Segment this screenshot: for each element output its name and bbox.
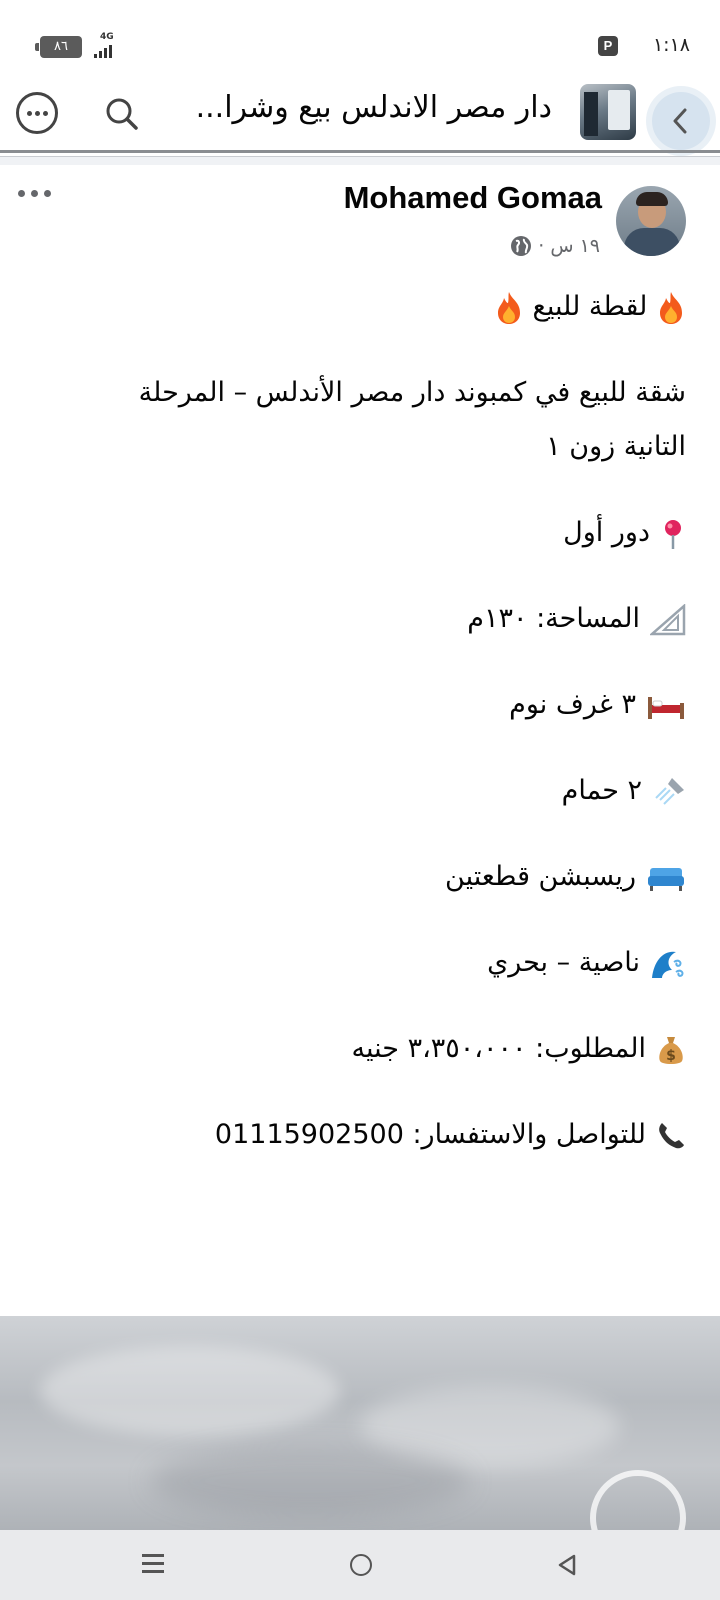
section-separator	[0, 157, 720, 165]
reception-line: ريسبشن قطعتين	[86, 850, 686, 904]
triangular-ruler-icon	[650, 603, 686, 635]
post-more-icon[interactable]	[18, 186, 54, 198]
avatar[interactable]	[616, 186, 686, 256]
clock: ١:١٨	[652, 34, 690, 56]
search-icon[interactable]	[102, 94, 142, 134]
round-pushpin-icon	[665, 519, 681, 549]
globe-icon	[511, 236, 532, 256]
price-text: المطلوب: ٣،٣٥٠،٠٠٠ جنيه	[351, 1033, 646, 1064]
headline-line: لقطة للبيع	[86, 280, 686, 334]
bathrooms-line: ٢ حمام	[86, 764, 686, 818]
headline-text: لقطة للبيع	[532, 291, 648, 322]
system-navigation-bar	[0, 1530, 720, 1600]
description-text: شقة للبيع في كمبوند دار مصر الأندلس – ال…	[138, 377, 686, 462]
area-line: المساحة: ١٣٠م	[86, 592, 686, 646]
floor-text: دور أول	[563, 517, 650, 548]
shower-icon	[655, 777, 684, 805]
signal-icon: 4G	[94, 32, 124, 58]
fire-emoji-icon	[497, 291, 520, 324]
back-arrow-icon[interactable]	[652, 92, 710, 150]
contact-text[interactable]: للتواصل والاستفسار: 01115902500	[215, 1119, 646, 1150]
contact-line: للتواصل والاستفسار: 01115902500	[86, 1108, 686, 1162]
bed-icon	[648, 696, 684, 719]
post-time[interactable]: ١٩ س	[550, 235, 600, 257]
meta-separator: ·	[538, 235, 545, 257]
battery-indicator: ٨٦	[35, 36, 82, 58]
post-meta: ١٩ س ·	[510, 232, 600, 260]
orientation-line: ناصية – بحري	[86, 936, 686, 990]
back-icon[interactable]	[556, 1554, 578, 1576]
floor-line: دور أول	[86, 506, 686, 560]
telephone-receiver-icon	[659, 1122, 684, 1148]
money-bag-icon: $	[659, 1036, 683, 1064]
wind-wave-icon	[652, 951, 684, 978]
price-line: $ المطلوب: ٣،٣٥٠،٠٠٠ جنيه	[86, 1022, 686, 1076]
post-body: لقطة للبيع شقة للبيع في كمبوند دار مصر ا…	[86, 280, 686, 1162]
group-title[interactable]: دار مصر الاندلس بيع وشرا...	[172, 90, 552, 125]
author-name[interactable]: Mohamed Gomaa	[344, 180, 602, 216]
notification-app-icon: P	[598, 36, 618, 56]
svg-text:$: $	[666, 1048, 676, 1064]
status-bar: ٨٦ 4G P ١:١٨	[0, 0, 720, 80]
recent-apps-icon[interactable]	[142, 1554, 164, 1574]
more-options-icon[interactable]	[16, 92, 58, 134]
header-divider	[0, 150, 720, 153]
bedrooms-line: ٣ غرف نوم	[86, 678, 686, 732]
fire-emoji-icon	[660, 291, 682, 324]
bedrooms-text: ٣ غرف نوم	[509, 689, 636, 720]
orientation-text: ناصية – بحري	[487, 947, 640, 978]
bathrooms-text: ٢ حمام	[561, 775, 642, 806]
network-type: 4G	[100, 32, 114, 42]
group-cover-thumbnail[interactable]	[580, 84, 636, 140]
reception-text: ريسبشن قطعتين	[445, 861, 636, 892]
area-text: المساحة: ١٣٠م	[467, 603, 640, 634]
home-icon[interactable]	[350, 1554, 372, 1576]
couch-icon	[648, 867, 684, 891]
group-header-bar: دار مصر الاندلس بيع وشرا...	[0, 80, 720, 150]
